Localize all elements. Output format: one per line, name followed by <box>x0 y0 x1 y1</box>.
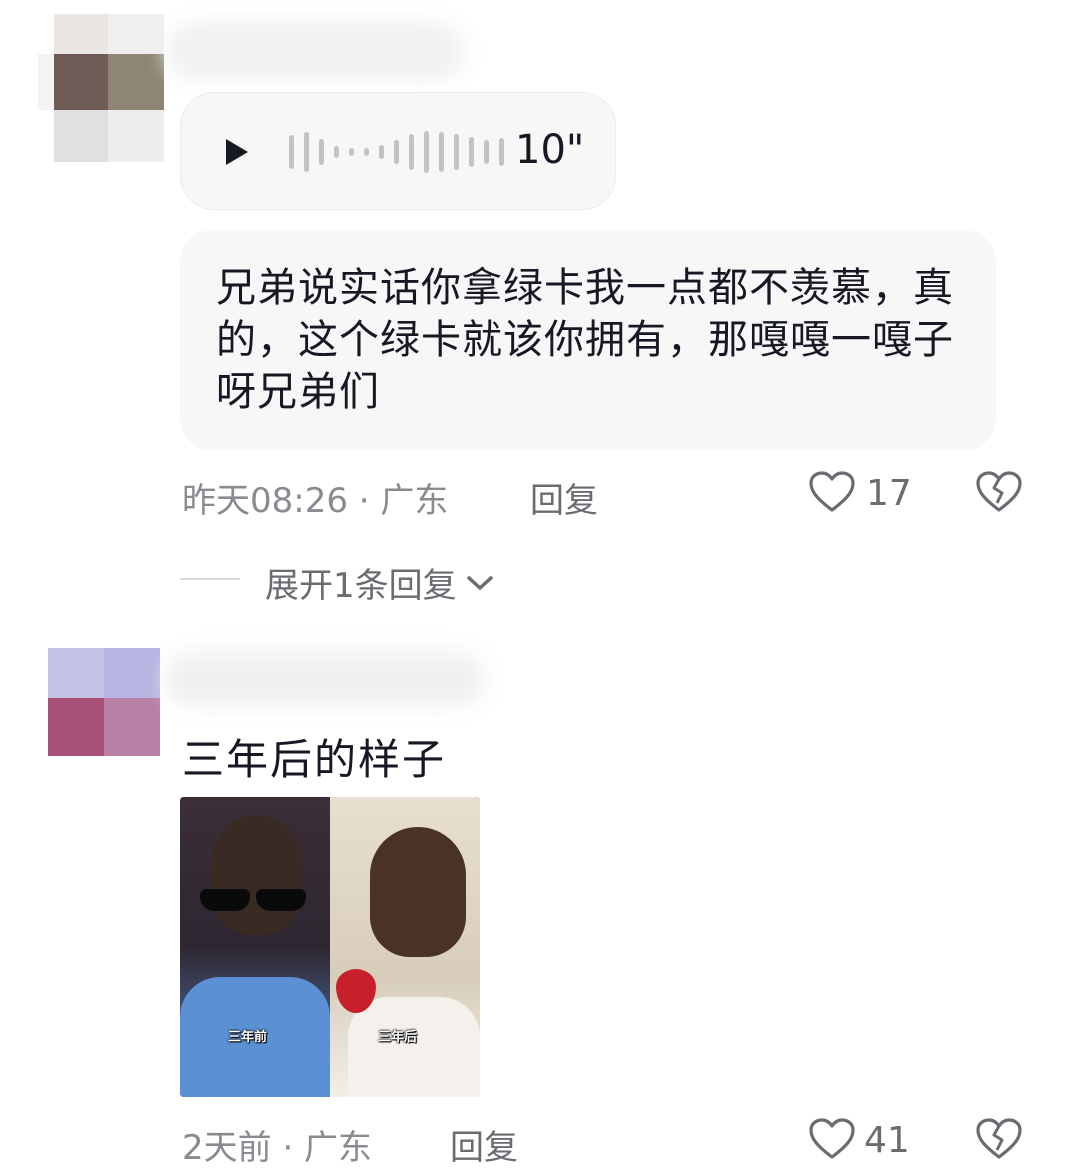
reply-button[interactable]: 回复 <box>530 473 598 522</box>
expand-replies-label: 展开1条回复 <box>265 566 457 606</box>
play-icon[interactable] <box>221 137 251 167</box>
divider <box>180 578 240 580</box>
broken-heart-icon[interactable] <box>975 1117 1023 1161</box>
chevron-down-icon <box>466 575 493 590</box>
comment-bubble: 兄弟说实话你拿绿卡我一点都不羡慕，真的，这个绿卡就该你拥有，那嘎嘎一嘎子呀兄弟们 <box>180 230 996 450</box>
avatar[interactable] <box>48 648 160 756</box>
broken-heart-icon[interactable] <box>975 470 1023 514</box>
avatar[interactable] <box>38 14 164 162</box>
image-left-panel: 三年前 <box>180 797 330 1097</box>
comment-text: 兄弟说实话你拿绿卡我一点都不羡慕，真的，这个绿卡就该你拥有，那嘎嘎一嘎子呀兄弟们 <box>216 265 954 415</box>
voice-waveform <box>289 130 504 174</box>
heart-icon[interactable] <box>808 1117 856 1161</box>
comment-time-location: 2天前 · 广东 <box>182 1128 373 1168</box>
like-count: 41 <box>864 1120 910 1161</box>
comment-image[interactable]: 三年前 三年后 <box>180 797 480 1097</box>
comment-time-location: 昨天08:26 · 广东 <box>182 481 449 521</box>
image-caption-before: 三年前 <box>228 1030 268 1045</box>
image-right-panel: 三年后 <box>330 797 480 1097</box>
like-count: 17 <box>866 473 912 514</box>
reply-button[interactable]: 回复 <box>450 1120 518 1169</box>
image-caption-after: 三年后 <box>378 1030 418 1045</box>
voice-message[interactable]: 10" <box>180 92 616 210</box>
expand-replies-button[interactable]: 展开1条回复 <box>265 558 495 607</box>
comment-text: 三年后的样子 <box>182 735 447 784</box>
username-blurred[interactable] <box>165 22 465 80</box>
username-blurred[interactable] <box>165 652 485 706</box>
heart-icon[interactable] <box>808 470 856 514</box>
voice-duration: 10" <box>515 127 585 173</box>
